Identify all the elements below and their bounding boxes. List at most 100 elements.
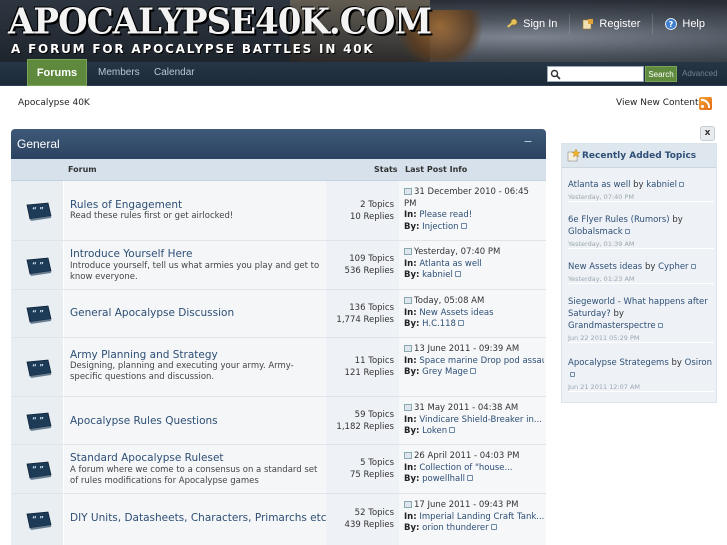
last-post-info: 31 December 2010 - 06:45 PM In: Please re… — [404, 187, 544, 233]
last-post-icon[interactable] — [404, 248, 412, 255]
last-post-topic-link[interactable]: New Assets ideas — [419, 308, 493, 318]
forum-title-link[interactable]: Rules of Engagement — [70, 199, 182, 211]
tab-forums[interactable]: Forums — [27, 59, 87, 86]
search-input[interactable] — [547, 66, 644, 82]
recent-topic-author-link[interactable]: Globalsmack — [568, 227, 623, 237]
search-button[interactable]: Search — [645, 66, 677, 82]
last-post-date[interactable]: 31 May 2011 - 04:38 AM — [414, 403, 518, 413]
last-post-icon[interactable] — [404, 452, 412, 459]
last-post-author-link[interactable]: powellhall — [422, 474, 465, 484]
user-card-icon[interactable] — [470, 368, 477, 374]
forum-read-icon[interactable]: “ ” — [24, 256, 52, 276]
recent-topic-author-link[interactable]: Osiron — [685, 358, 712, 368]
forum-info-cell: Rules of Engagement Read these rules firs… — [64, 181, 326, 240]
last-post-topic-link[interactable]: Collection of "house... — [419, 463, 512, 473]
user-card-icon[interactable] — [457, 320, 464, 326]
last-post-topic-link[interactable]: Space marine Drop pod assau... — [419, 356, 544, 366]
user-card-icon[interactable] — [466, 475, 473, 481]
by-label: By: — [404, 426, 420, 436]
user-card-icon[interactable] — [454, 271, 461, 277]
user-card-icon[interactable] — [624, 229, 630, 234]
forum-row: “ ” Apocalypse Rules Questions 59 Topics 1,… — [11, 397, 546, 445]
last-post-date[interactable]: 17 June 2011 - 09:43 PM — [414, 500, 519, 510]
last-post-cell: 31 December 2010 - 06:45 PM In: Please re… — [399, 181, 546, 240]
last-post-topic-link[interactable]: Imperial Landing Craft Tank... — [419, 512, 544, 522]
user-card-icon[interactable] — [490, 524, 497, 530]
help-link[interactable]: ? Help — [652, 14, 717, 34]
forum-stats-cell: 109 Topics 536 Replies — [326, 241, 399, 289]
view-new-content-link[interactable]: View New Content — [616, 98, 699, 108]
last-post-topic-link[interactable]: Please read! — [419, 210, 472, 220]
last-post-date[interactable]: 26 April 2011 - 04:03 PM — [414, 451, 519, 461]
forum-title-link[interactable]: Introduce Yourself Here — [70, 248, 192, 260]
last-post-date[interactable]: 31 December 2010 - 06:45 PM — [404, 187, 529, 209]
forum-read-icon[interactable]: “ ” — [24, 358, 52, 378]
recent-topic-link[interactable]: Siegeworld - What happens after Saturday… — [568, 297, 708, 319]
last-post-date[interactable]: Yesterday, 07:40 PM — [414, 247, 500, 257]
last-post-author-link[interactable]: H.C.118 — [422, 319, 456, 329]
forum-read-icon[interactable]: “ ” — [24, 304, 52, 324]
forum-title-link[interactable]: Apocalypse Rules Questions — [70, 415, 218, 427]
last-post-icon[interactable] — [404, 404, 412, 411]
sidebar-close-button[interactable]: x — [700, 126, 715, 141]
last-post-icon[interactable] — [404, 501, 412, 508]
last-post-date[interactable]: 13 June 2011 - 09:39 AM — [414, 344, 519, 354]
replies-count: 10 Replies — [349, 212, 394, 222]
forum-read-icon[interactable]: “ ” — [24, 510, 52, 530]
last-post-icon[interactable] — [404, 188, 412, 195]
user-card-icon[interactable] — [657, 323, 663, 328]
forum-title-link[interactable]: Standard Apocalypse Ruleset — [70, 452, 224, 464]
svg-text:“ ”: “ ” — [32, 465, 44, 473]
user-card-icon[interactable] — [449, 427, 456, 433]
forum-stats-cell: 59 Topics 1,182 Replies — [326, 397, 399, 444]
collapse-icon[interactable]: − — [522, 136, 534, 149]
forum-read-icon[interactable]: “ ” — [24, 460, 52, 480]
star-icon — [567, 149, 580, 162]
forum-info-cell: DIY Units, Datasheets, Characters, Prima… — [64, 494, 330, 545]
forum-row: “ ” General Apocalypse Discussion 136 Topi… — [11, 290, 546, 338]
rss-icon[interactable] — [699, 97, 712, 110]
last-post-icon[interactable] — [404, 297, 412, 304]
user-card-icon[interactable] — [570, 372, 575, 377]
recent-topic-link[interactable]: 6e Flyer Rules (Rumors) — [568, 215, 670, 225]
recent-topic-author-link[interactable]: Cypher — [658, 262, 688, 272]
by-label: By: — [404, 523, 420, 533]
recent-topic-link[interactable]: Apocalypse Strategems — [568, 358, 669, 368]
forum-title-link[interactable]: General Apocalypse Discussion — [70, 307, 234, 319]
user-card-icon[interactable] — [679, 182, 685, 187]
forum-read-icon[interactable]: “ ” — [24, 201, 52, 221]
last-post-author-link[interactable]: Grey Mage — [422, 367, 468, 377]
recent-topic-item: 6e Flyer Rules (Rumors) by Globalsmack Ye… — [568, 214, 714, 249]
category-title[interactable]: General — [17, 137, 60, 151]
user-card-icon[interactable] — [460, 222, 467, 229]
last-post-author-link[interactable]: orion thunderer — [422, 523, 489, 533]
forum-title-link[interactable]: DIY Units, Datasheets, Characters, Prima… — [70, 512, 330, 524]
tab-members[interactable]: Members — [98, 67, 140, 78]
last-post-topic-link[interactable]: Vindicare Shield-Breaker in... — [419, 415, 542, 425]
svg-text:“ ”: “ ” — [32, 206, 44, 214]
forum-info-cell: Apocalypse Rules Questions — [64, 397, 326, 444]
last-post-author-link[interactable]: Loken — [422, 426, 447, 436]
recent-topic-author-link[interactable]: Grandmasterspectre — [568, 321, 656, 331]
recent-topic-link[interactable]: New Assets ideas — [568, 262, 642, 272]
last-post-icon[interactable] — [404, 345, 412, 352]
sign-in-link[interactable]: Sign In — [494, 14, 569, 34]
advanced-search-link[interactable]: Advanced — [682, 69, 718, 78]
forum-stats-cell: 2 Topics 10 Replies — [326, 181, 399, 240]
recent-topic-link[interactable]: Atlanta as well — [568, 180, 630, 190]
site-logo[interactable]: APOCALYPSE40K.COM — [8, 1, 432, 43]
svg-text:“ ”: “ ” — [32, 363, 44, 371]
recent-topic-author-link[interactable]: kabniel — [646, 180, 677, 190]
tab-calendar[interactable]: Calendar — [154, 67, 195, 78]
register-link[interactable]: Register — [569, 14, 652, 34]
breadcrumb[interactable]: Apocalypse 40K — [18, 98, 90, 108]
last-post-author-link[interactable]: Injection — [422, 222, 458, 232]
forum-read-icon[interactable]: “ ” — [24, 411, 52, 431]
last-post-date[interactable]: Today, 05:08 AM — [414, 296, 484, 306]
forum-description: Introduce yourself, tell us what armies … — [70, 261, 320, 282]
last-post-author-link[interactable]: kabniel — [422, 270, 453, 280]
user-card-icon[interactable] — [690, 264, 696, 269]
last-post-topic-link[interactable]: Atlanta as well — [419, 259, 481, 269]
forum-title-link[interactable]: Army Planning and Strategy — [70, 349, 218, 361]
recent-topic-time: Yesterday, 01:39 AM — [568, 240, 635, 248]
